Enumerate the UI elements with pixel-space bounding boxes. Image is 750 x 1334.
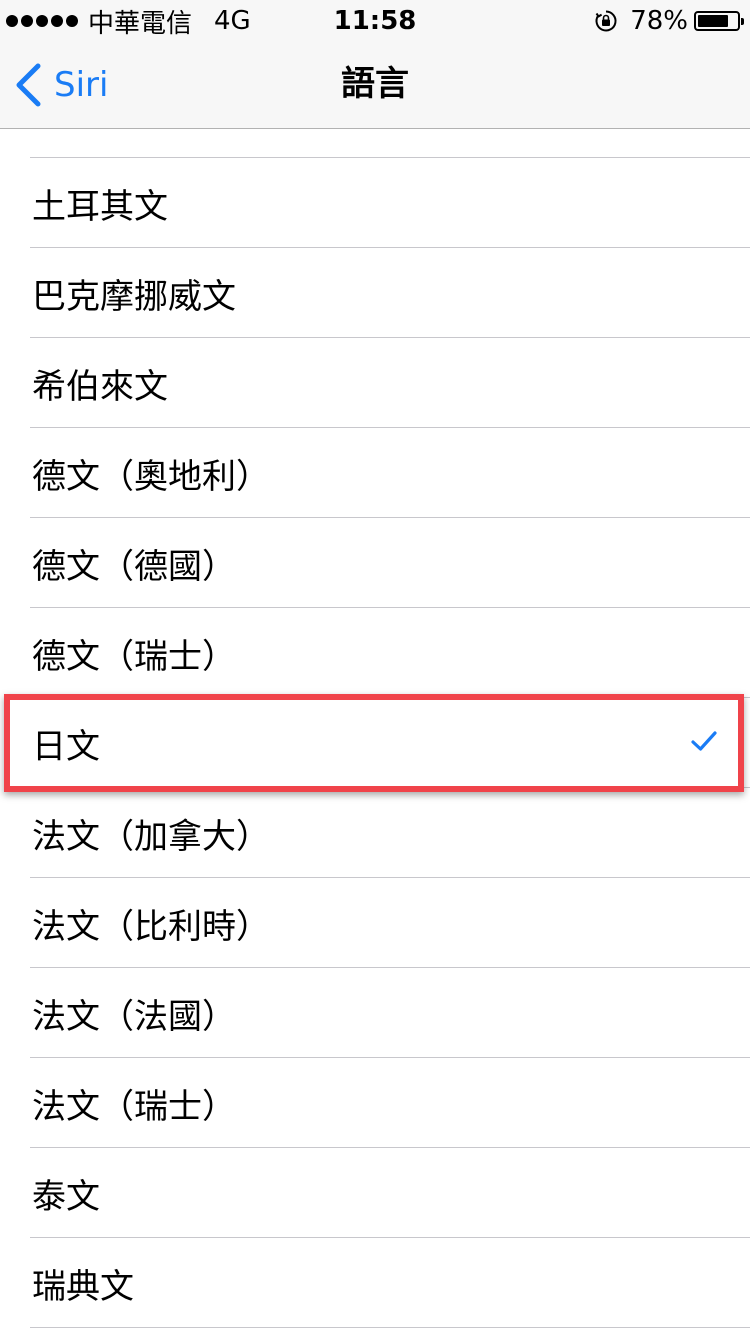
back-button[interactable]: Siri — [14, 62, 108, 108]
list-item-label: 日文 — [32, 726, 100, 767]
list-item-label: 瑞典文 — [32, 1266, 134, 1307]
selection-highlight-box — [4, 694, 744, 792]
list-item[interactable]: 泰文 — [0, 1148, 750, 1238]
navigation-bar: 語言 Siri — [0, 40, 750, 129]
list-item[interactable]: 希伯來文 — [0, 338, 750, 428]
list-item-label: 希伯來文 — [32, 366, 168, 407]
battery-percent: 78% — [630, 6, 688, 36]
battery-icon — [694, 11, 744, 31]
rotation-lock-icon — [595, 10, 617, 32]
list-item-label: 法文（瑞士） — [32, 1086, 236, 1127]
list-item-label: 法文（法國） — [32, 996, 236, 1037]
list-item[interactable]: 瑞典文 — [0, 1238, 750, 1328]
list-item-label: 德文（瑞士） — [32, 636, 236, 677]
list-item[interactable]: 巴克摩挪威文 — [0, 248, 750, 338]
checkmark-icon — [691, 731, 717, 751]
list-item[interactable]: 法文（法國） — [0, 968, 750, 1058]
list-item[interactable]: 日文 — [0, 694, 750, 792]
list-item[interactable]: 法文（比利時） — [0, 878, 750, 968]
back-button-label: Siri — [54, 65, 109, 105]
row-separator — [30, 787, 750, 788]
list-item[interactable]: 德文（德國） — [0, 518, 750, 608]
page-title: 語言 — [341, 64, 409, 104]
status-right: 78% — [594, 6, 744, 36]
chevron-left-icon — [16, 63, 41, 107]
list-item[interactable]: 法文（加拿大） — [0, 788, 750, 878]
list-item[interactable]: 德文（奧地利） — [0, 428, 750, 518]
screen: 中華電信 4G 11:58 78% 語言 Siri 土耳其文 巴克摩挪威文 希伯… — [0, 0, 750, 1334]
list-item[interactable]: 土耳其文 — [0, 158, 750, 248]
list-item-label: 巴克摩挪威文 — [32, 276, 236, 317]
list-item-label: 德文（奧地利） — [32, 456, 270, 497]
row-separator — [30, 1327, 750, 1328]
list-item-label: 德文（德國） — [32, 546, 236, 587]
list-item-label: 土耳其文 — [32, 186, 168, 227]
list-item-label: 法文（比利時） — [32, 906, 270, 947]
list-item-label: 法文（加拿大） — [32, 816, 270, 857]
list-item-partial[interactable] — [0, 129, 750, 158]
status-bar: 中華電信 4G 11:58 78% — [0, 0, 750, 40]
list-item-label: 泰文 — [32, 1176, 100, 1217]
list-item[interactable]: 法文（瑞士） — [0, 1058, 750, 1148]
list-item[interactable]: 德文（瑞士） — [0, 608, 750, 698]
language-list: 土耳其文巴克摩挪威文 希伯來文德文（奧地利） 德文（德國） 德文（瑞士） 日文法文（加拿… — [0, 129, 750, 1328]
